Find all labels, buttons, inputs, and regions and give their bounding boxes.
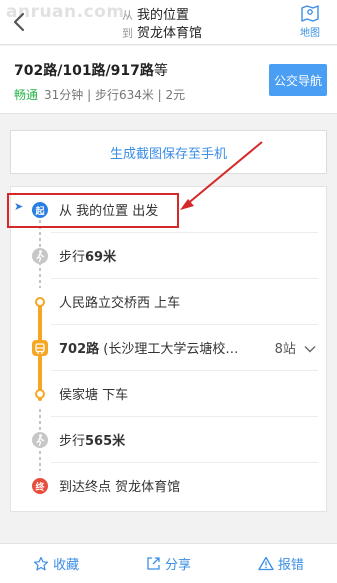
walk-icon (32, 432, 48, 448)
walk-distance: 69米 (85, 250, 117, 265)
route-meta-text: 31分钟 | 步行634米 | 2元 (44, 88, 186, 102)
route-to-name: 贺龙体育馆 (137, 26, 203, 41)
step-alight: 侯家塘 下车 (11, 371, 328, 417)
step-end-text: 到达终点 贺龙体育馆 (59, 480, 181, 495)
chevron-down-icon (304, 346, 316, 353)
header: anruan.com 从我的位置 到贺龙体育馆 地图 (0, 0, 337, 45)
save-screenshot-button[interactable]: 生成截图保存至手机 (10, 130, 327, 174)
route-summary: 702路/101路/917路等 畅通 31分钟 | 步行634米 | 2元 公交导… (0, 46, 337, 114)
bus-line: 702路 (59, 342, 100, 357)
step-walk-text: 步行565米 (59, 430, 125, 449)
route-to-prefix: 到 (122, 27, 133, 40)
favorite-label: 收藏 (53, 558, 80, 573)
step-walk: 步行69米 (11, 233, 328, 279)
bus-navigation-button[interactable]: 公交导航 (269, 64, 327, 96)
traffic-status: 畅通 (14, 88, 39, 102)
bus-station-count: 8站 (274, 342, 296, 357)
step-bus-text: 702路 (长沙理工大学云塘校… (59, 338, 238, 357)
chevron-left-icon (13, 12, 25, 32)
report-label: 报错 (277, 558, 304, 573)
highlight-box (7, 193, 179, 228)
step-end: 终 到达终点 贺龙体育馆 (11, 463, 328, 509)
back-button[interactable] (8, 10, 32, 34)
walk-prefix: 步行 (59, 434, 86, 449)
walk-icon (32, 248, 48, 264)
bus-stop-marker (35, 389, 45, 399)
warning-icon (258, 556, 274, 571)
walk-prefix: 步行 (59, 250, 86, 265)
route-title-lines: 702路/101路/917路 (14, 63, 154, 79)
map-button-label: 地图 (300, 28, 320, 39)
route-title: 702路/101路/917路等 (14, 60, 168, 80)
star-icon (34, 556, 49, 570)
route-destination: 到贺龙体育馆 (122, 22, 202, 41)
step-alight-text: 侯家塘 下车 (59, 388, 129, 403)
bus-stations[interactable]: 8站 (275, 338, 316, 357)
share-icon (147, 557, 160, 570)
step-board: 人民路立交桥西 上车 (11, 279, 328, 325)
route-from-name: 我的位置 (137, 8, 190, 23)
step-walk-text: 步行69米 (59, 246, 116, 265)
share-label: 分享 (164, 558, 191, 573)
bus-direction: (长沙理工大学云塘校… (103, 342, 239, 357)
report-button[interactable]: 报错 (225, 544, 337, 583)
route-origin: 从我的位置 (122, 4, 189, 23)
route-meta: 畅通 31分钟 | 步行634米 | 2元 (14, 86, 185, 103)
walk-distance: 565米 (85, 434, 126, 449)
route-from-prefix: 从 (122, 9, 133, 22)
step-walk: 步行565米 (11, 417, 328, 463)
favorite-button[interactable]: 收藏 (0, 544, 112, 583)
route-title-suffix: 等 (153, 63, 168, 79)
end-badge: 终 (32, 478, 48, 494)
bottom-toolbar: 收藏 分享 报错 (0, 543, 337, 583)
bus-icon (32, 340, 48, 356)
map-button[interactable]: 地图 (295, 3, 325, 39)
step-board-text: 人民路立交桥西 上车 (59, 296, 181, 311)
bus-stop-marker (35, 297, 45, 307)
step-bus[interactable]: 702路 (长沙理工大学云塘校… 8站 (11, 325, 328, 371)
route-steps: ➤ 起 从 我的位置 出发 步行69米 人民路立交桥西 上车 702路 (长沙理… (10, 186, 327, 512)
share-button[interactable]: 分享 (112, 544, 224, 583)
map-icon (301, 5, 319, 22)
